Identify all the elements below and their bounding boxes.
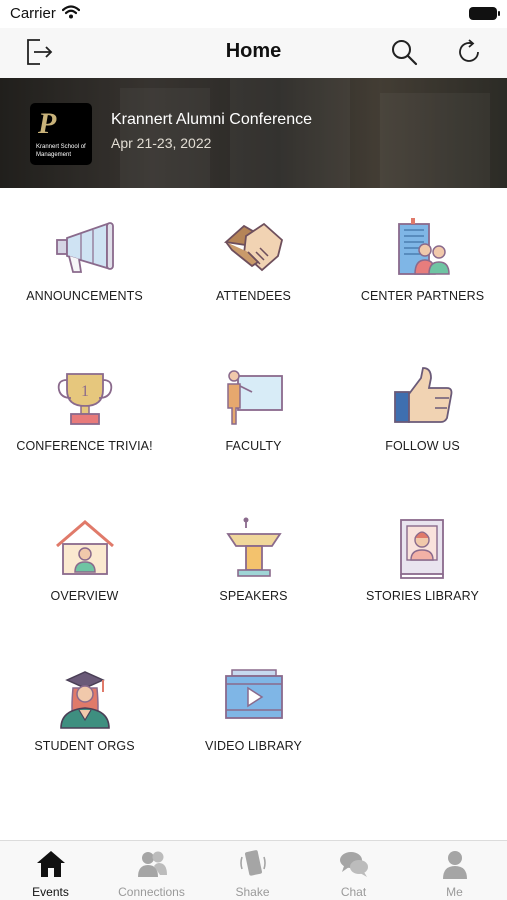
tab-label: Chat — [340, 885, 367, 899]
trophy-icon: 1 — [57, 373, 112, 425]
tile-attendees[interactable]: ATTENDEES — [169, 188, 338, 338]
logo-caption: Krannert School of Management — [36, 144, 86, 158]
people-icon — [137, 851, 167, 877]
tile-label: FACULTY — [225, 439, 282, 453]
tile-follow-us[interactable]: FOLLOW US — [338, 338, 507, 488]
tab-events[interactable]: Events — [0, 841, 101, 900]
video-play-icon — [224, 669, 283, 719]
handshake-icon — [223, 222, 283, 272]
tab-label: Connections — [118, 885, 185, 899]
tile-label: STORIES LIBRARY — [366, 589, 479, 603]
tab-connections[interactable]: Connections — [101, 841, 202, 900]
house-icon — [36, 851, 65, 877]
event-logo: P Krannert School of Management — [30, 103, 92, 165]
wifi-icon — [61, 5, 81, 24]
search-button[interactable] — [386, 34, 422, 70]
tile-label: SPEAKERS — [219, 589, 288, 603]
tile-video-library[interactable]: VIDEO LIBRARY — [169, 638, 338, 788]
chat-bubbles-icon — [339, 852, 368, 877]
tile-overview[interactable]: OVERVIEW — [0, 488, 169, 638]
tile-label: STUDENT ORGS — [34, 739, 135, 753]
person-icon — [442, 851, 467, 879]
tab-label: Me — [446, 885, 463, 899]
tile-faculty[interactable]: FACULTY — [169, 338, 338, 488]
tile-label: CONFERENCE TRIVIA! — [16, 439, 153, 453]
purdue-p-logo-icon: P — [38, 107, 57, 140]
teacher-board-icon — [226, 370, 283, 425]
tile-label: CENTER PARTNERS — [360, 289, 485, 303]
building-people-icon — [397, 218, 450, 275]
graduate-icon — [59, 671, 110, 729]
svg-text:1: 1 — [81, 383, 89, 400]
page-title: Home — [225, 40, 282, 62]
podium-icon — [225, 517, 282, 577]
search-icon — [392, 40, 418, 66]
tab-chat[interactable]: Chat — [303, 841, 404, 900]
tile-label: FOLLOW US — [385, 439, 460, 453]
tile-center-partners[interactable]: CENTER PARTNERS — [338, 188, 507, 338]
book-person-icon — [399, 519, 444, 579]
refresh-button[interactable] — [451, 34, 487, 70]
tile-speakers[interactable]: SPEAKERS — [169, 488, 338, 638]
tile-label: OVERVIEW — [50, 589, 119, 603]
thumbs-up-icon — [393, 367, 452, 423]
tile-label: VIDEO LIBRARY — [205, 739, 302, 753]
event-dates: Apr 21-23, 2022 — [111, 135, 212, 151]
tile-stories-library[interactable]: STORIES LIBRARY — [338, 488, 507, 638]
battery-icon — [469, 7, 500, 20]
megaphone-icon — [55, 222, 114, 273]
tab-shake[interactable]: Shake — [202, 841, 303, 900]
tile-conference-trivia[interactable]: 1 CONFERENCE TRIVIA! — [0, 338, 169, 488]
tile-student-orgs[interactable]: STUDENT ORGS — [0, 638, 169, 788]
tab-me[interactable]: Me — [404, 841, 505, 900]
carrier-label: Carrier — [10, 5, 56, 22]
event-banner[interactable]: P Krannert School of Management Krannert… — [0, 78, 507, 188]
tile-label: ANNOUNCEMENTS — [26, 289, 143, 303]
phone-shake-icon — [239, 850, 266, 876]
tab-bar: Events Connections Shake Chat Me — [0, 840, 507, 900]
tab-label: Shake — [235, 885, 270, 899]
tile-label: ATTENDEES — [216, 289, 291, 303]
refresh-icon — [459, 39, 479, 62]
nav-bar: Home — [0, 28, 507, 78]
tab-label: Events — [32, 885, 69, 899]
house-person-icon — [55, 520, 114, 575]
tile-announcements[interactable]: ANNOUNCEMENTS — [0, 188, 169, 338]
status-bar: Carrier — [0, 0, 507, 28]
event-title: Krannert Alumni Conference — [111, 111, 312, 128]
